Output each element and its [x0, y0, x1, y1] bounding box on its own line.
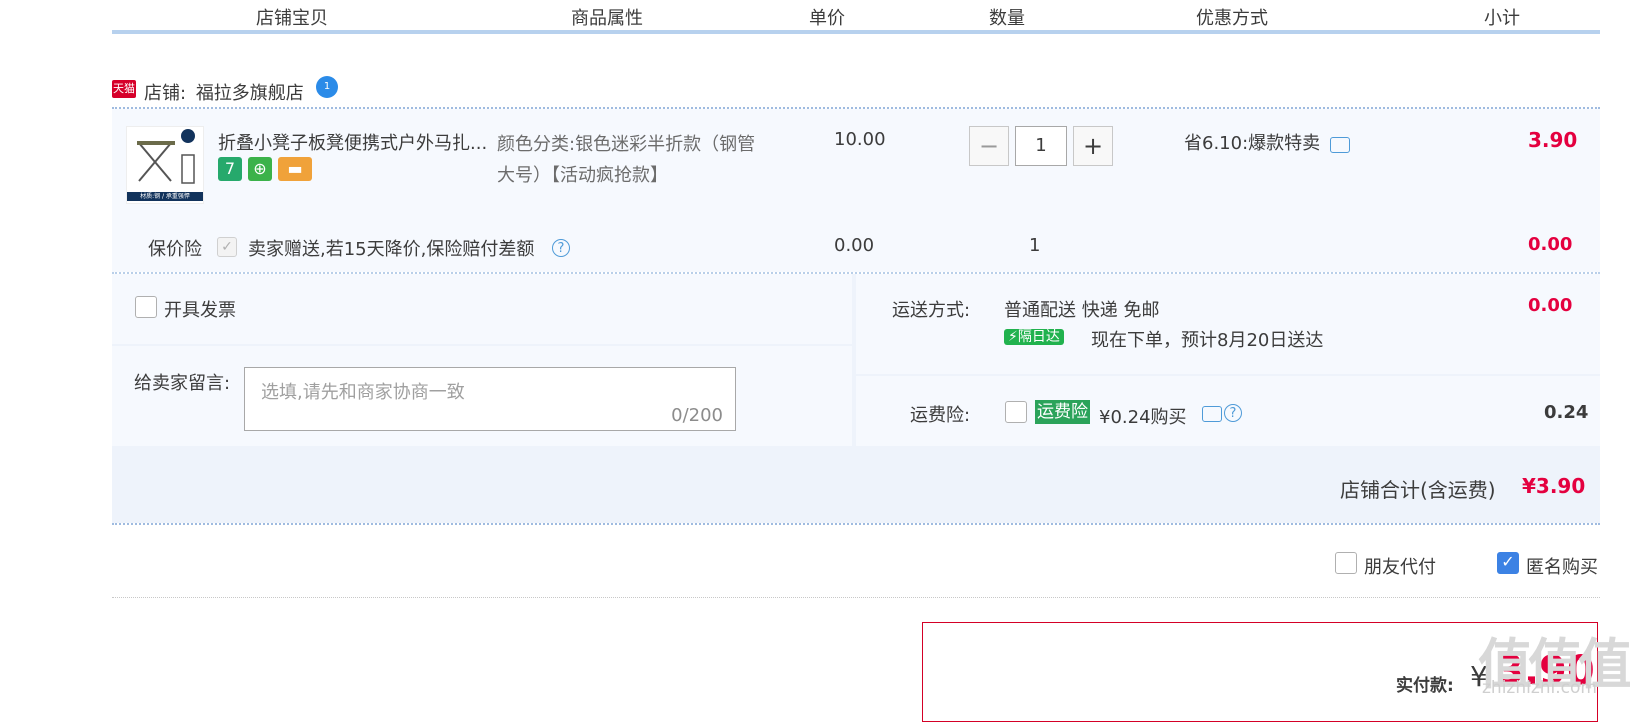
shipping-panel — [856, 274, 1600, 374]
freight-insurance-price: ¥0.24购买 — [1099, 407, 1187, 428]
tmall-logo: 天猫 — [112, 80, 136, 98]
table-header: 店铺宝贝 商品属性 单价 数量 优惠方式 小计 — [112, 0, 1600, 34]
anonymous-label: 匿名购买 — [1526, 557, 1598, 578]
header-divider — [495, 22, 497, 30]
header-divider — [948, 22, 950, 30]
thumb-caption: 材质:钢 / 承重强悍 — [127, 192, 203, 201]
col-unit-price: 单价 — [809, 8, 845, 29]
wangwang-chat-icon[interactable]: 1 — [316, 76, 338, 98]
credit-pay-icon[interactable]: ⊕ — [248, 157, 272, 181]
col-quantity: 数量 — [989, 8, 1025, 29]
thumb-badge-icon — [181, 129, 195, 143]
message-label: 给卖家留言: — [134, 373, 231, 394]
shop-label: 店铺: — [144, 83, 187, 104]
comment-icon[interactable] — [1330, 137, 1350, 153]
insurance-label: 保价险 — [148, 239, 202, 260]
item-attributes: 颜色分类:银色迷彩半折款（钢管 大号）【活动疯抢款】 — [497, 129, 782, 191]
freight-insurance-checkbox[interactable] — [1005, 401, 1027, 423]
unit-price: 10.00 — [834, 129, 886, 150]
message-placeholder: 选填,请先和商家协商一致 — [261, 382, 465, 403]
help-icon[interactable]: ? — [552, 239, 570, 257]
next-day-badge: ⚡隔日达 — [1004, 326, 1064, 347]
header-divider — [767, 22, 769, 30]
next-day-tag: ⚡隔日达 — [1004, 329, 1064, 345]
freight-insurance-fee: 0.24 — [1544, 402, 1589, 423]
shipping-label: 运送方式: — [892, 300, 971, 321]
shop-title: 店铺: 福拉多旗舰店 — [144, 79, 304, 105]
insurance-qty: 1 — [1029, 235, 1041, 256]
lightning-icon: ⚡ — [1008, 329, 1018, 345]
item-title-link[interactable]: 折叠小凳子板凳便携式户外马扎... — [218, 129, 487, 155]
header-divider — [1401, 22, 1403, 30]
divider — [112, 523, 1600, 525]
header-divider — [1130, 22, 1132, 30]
col-shop-item: 店铺宝贝 — [256, 8, 328, 29]
col-attributes: 商品属性 — [571, 8, 643, 29]
discount-text: 省6.10:爆款特卖 — [1184, 133, 1321, 154]
comment-icon[interactable] — [1202, 406, 1222, 422]
stool-folded-icon — [181, 154, 195, 184]
col-discount: 优惠方式 — [1196, 8, 1268, 29]
attr-line: 大号）【活动疯抢款】 — [497, 165, 668, 186]
insurance-desc: 卖家赠送,若15天降价,保险赔付差额 — [248, 239, 535, 260]
message-counter: 0/200 — [671, 405, 723, 426]
friend-pay-checkbox[interactable] — [1335, 552, 1357, 574]
shipping-method: 普通配送 快递 免邮 — [1004, 300, 1160, 321]
help-icon[interactable]: ? — [1224, 404, 1242, 422]
shipping-fee: 0.00 — [1528, 295, 1573, 316]
seller-message-input[interactable]: 选填,请先和商家协商一致 0/200 — [244, 367, 736, 431]
qty-input[interactable]: 1 — [1015, 126, 1067, 166]
shop-total-value: ¥3.90 — [1522, 474, 1586, 498]
divider — [112, 597, 1600, 598]
freight-insurance-tag: 运费险 — [1035, 400, 1090, 424]
friend-pay-label: 朋友代付 — [1364, 557, 1436, 578]
invoice-checkbox[interactable] — [135, 296, 157, 318]
shop-total-label: 店铺合计(含运费) — [1340, 478, 1496, 502]
seven-day-return-icon[interactable]: 7 — [218, 157, 242, 181]
card-pay-icon[interactable]: ▬ — [278, 157, 312, 181]
insurance-price: 0.00 — [834, 235, 875, 256]
insurance-checkbox[interactable]: ✓ — [217, 237, 237, 257]
invoice-label: 开具发票 — [164, 300, 236, 321]
attr-line: 颜色分类:银色迷彩半折款（钢管 — [497, 134, 756, 155]
item-thumbnail[interactable]: 材质:钢 / 承重强悍 — [126, 126, 204, 204]
quantity-stepper: − 1 + — [969, 126, 1113, 166]
qty-minus-button[interactable]: − — [969, 126, 1009, 166]
stool-image-icon — [137, 141, 175, 182]
delivery-estimate: 现在下单，预计8月20日送达 — [1091, 330, 1324, 351]
qty-plus-button[interactable]: + — [1073, 126, 1113, 166]
col-subtotal: 小计 — [1484, 8, 1520, 29]
shop-name-link[interactable]: 福拉多旗舰店 — [196, 83, 304, 104]
freight-insurance-label: 运费险: — [910, 405, 971, 426]
watermark-url: zhizhizhi.com — [1482, 678, 1597, 698]
item-subtotal: 3.90 — [1528, 128, 1578, 152]
payment-label: 实付款: — [1396, 676, 1454, 696]
insurance-subtotal: 0.00 — [1528, 234, 1573, 255]
anonymous-checkbox[interactable]: ✓ — [1497, 552, 1519, 574]
